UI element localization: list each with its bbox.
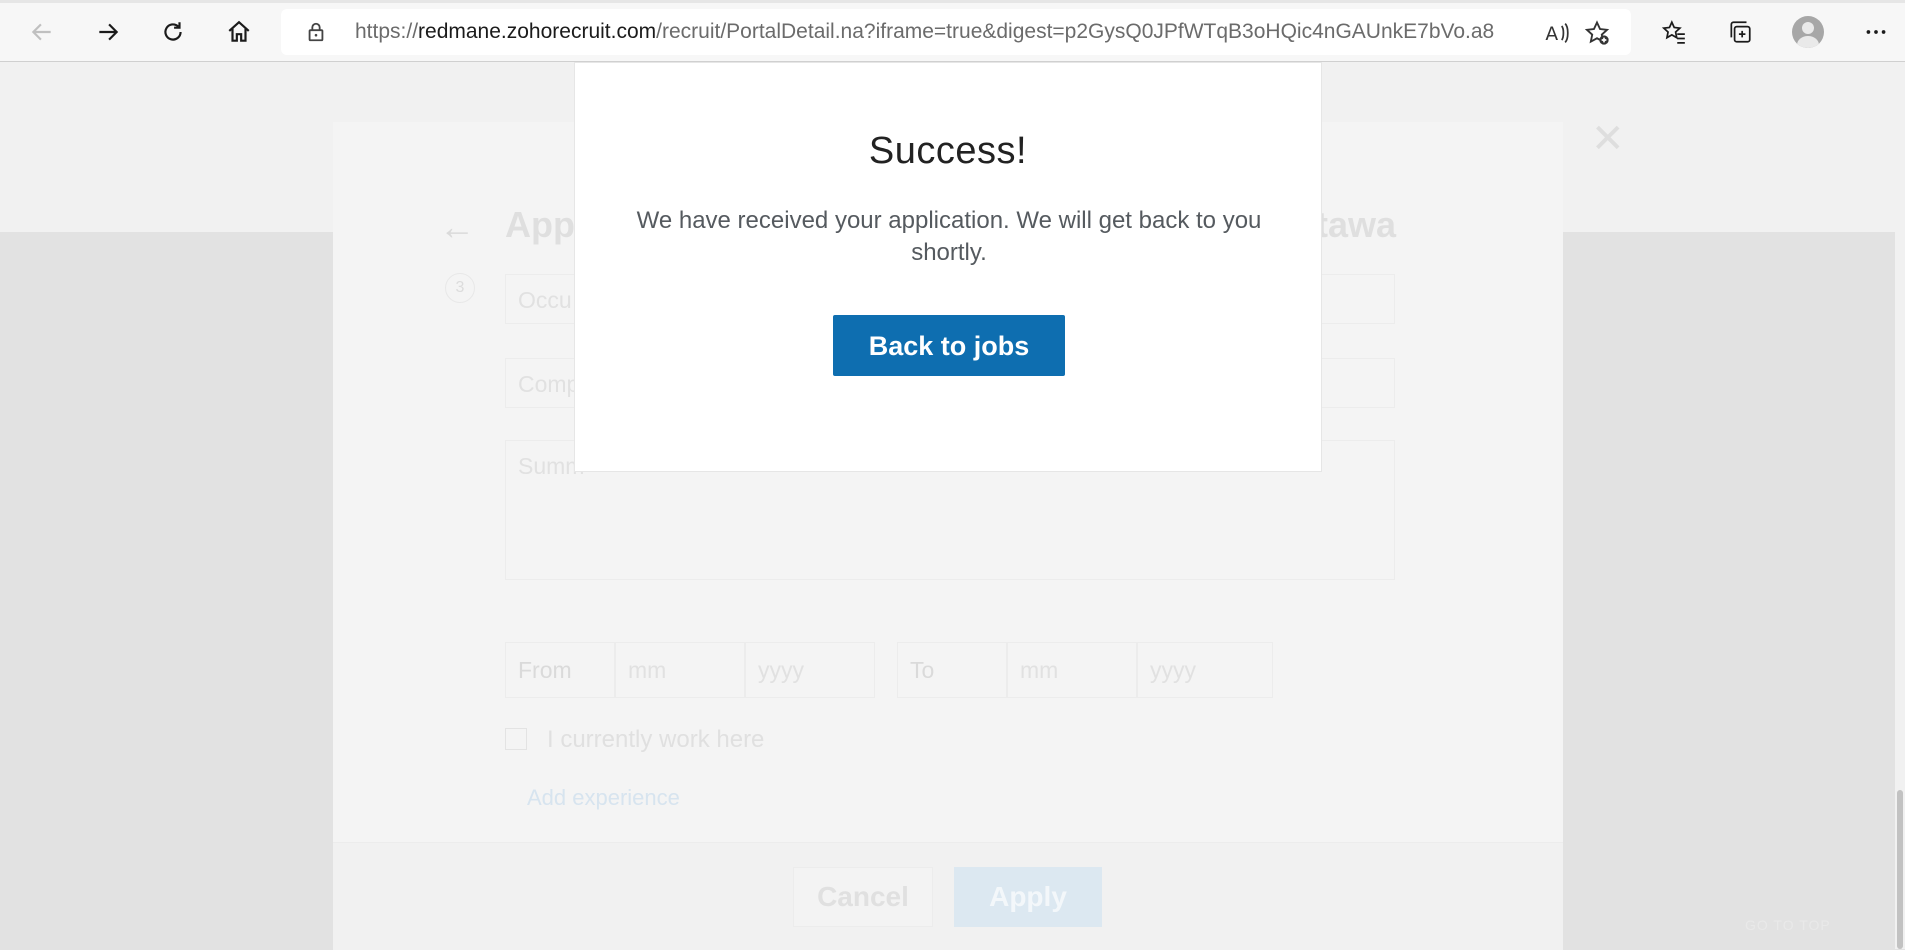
more-button[interactable] (1856, 12, 1896, 52)
close-icon[interactable]: ✕ (1591, 119, 1625, 159)
to-label: To (897, 642, 1007, 698)
success-modal: Success! We have received your applicati… (574, 62, 1322, 472)
refresh-icon (164, 22, 182, 41)
back-arrow-icon[interactable]: ← (439, 206, 475, 248)
more-icon (1866, 30, 1886, 34)
tab-strip-edge (0, 0, 1905, 3)
from-label: From (505, 642, 615, 698)
current-work-label: I currently work here (547, 726, 765, 753)
step-number: 3 (445, 273, 475, 303)
profile-icon (1792, 16, 1824, 48)
favorites-icon (1661, 20, 1685, 44)
favorites-button[interactable] (1654, 12, 1694, 52)
to-month-input[interactable]: mm (1007, 642, 1137, 698)
modal-message: We have received your application. We wi… (636, 207, 1262, 266)
form-heading-left: Appl (505, 204, 585, 245)
form-heading-right: tawa (1316, 204, 1397, 245)
from-month-input[interactable]: mm (615, 642, 745, 698)
form-footer: Cancel Apply (333, 842, 1563, 950)
url-text[interactable]: https://redmane.zohorecruit.com/recruit/… (355, 21, 1495, 43)
scrollbar-thumb[interactable] (1897, 790, 1903, 949)
collections-icon (1730, 21, 1751, 43)
browser-toolbar: https://redmane.zohorecruit.com/recruit/… (0, 0, 1905, 62)
page-viewport: ✕ ← Appl tawa 3 Occu Comp Summ From mm y… (0, 62, 1905, 950)
back-button[interactable] (22, 12, 62, 52)
from-year-input[interactable]: yyyy (745, 642, 875, 698)
url-scheme: https:// (355, 21, 419, 43)
add-experience-link[interactable]: Add experience (527, 785, 680, 811)
apply-button[interactable]: Apply (954, 867, 1102, 927)
to-year-input[interactable]: yyyy (1137, 642, 1273, 698)
back-icon (31, 23, 51, 41)
collections-button[interactable] (1720, 12, 1760, 52)
url-path: /recruit/PortalDetail.na?iframe=true&dig… (656, 21, 1495, 43)
cancel-button[interactable]: Cancel (793, 867, 933, 927)
forward-button[interactable] (88, 12, 128, 52)
page-scrollbar[interactable] (1895, 62, 1905, 949)
modal-title: Success! (868, 130, 1028, 172)
lock-icon[interactable] (305, 21, 327, 43)
add-favorite-icon[interactable] (1583, 19, 1611, 47)
back-to-jobs-button[interactable]: Back to jobs (833, 315, 1065, 376)
go-to-top-link[interactable]: GO TO TOP (1745, 917, 1831, 933)
url-host: redmane.zohorecruit.com (418, 21, 657, 43)
home-button[interactable] (219, 12, 259, 52)
refresh-button[interactable] (153, 12, 193, 52)
home-icon (228, 20, 250, 42)
address-bar[interactable]: https://redmane.zohorecruit.com/recruit/… (281, 9, 1631, 55)
read-aloud-icon[interactable]: A (1543, 19, 1571, 47)
profile-button[interactable] (1788, 12, 1828, 52)
svg-text:A: A (1545, 24, 1558, 45)
current-work-checkbox[interactable] (505, 728, 527, 750)
forward-icon (99, 23, 119, 41)
